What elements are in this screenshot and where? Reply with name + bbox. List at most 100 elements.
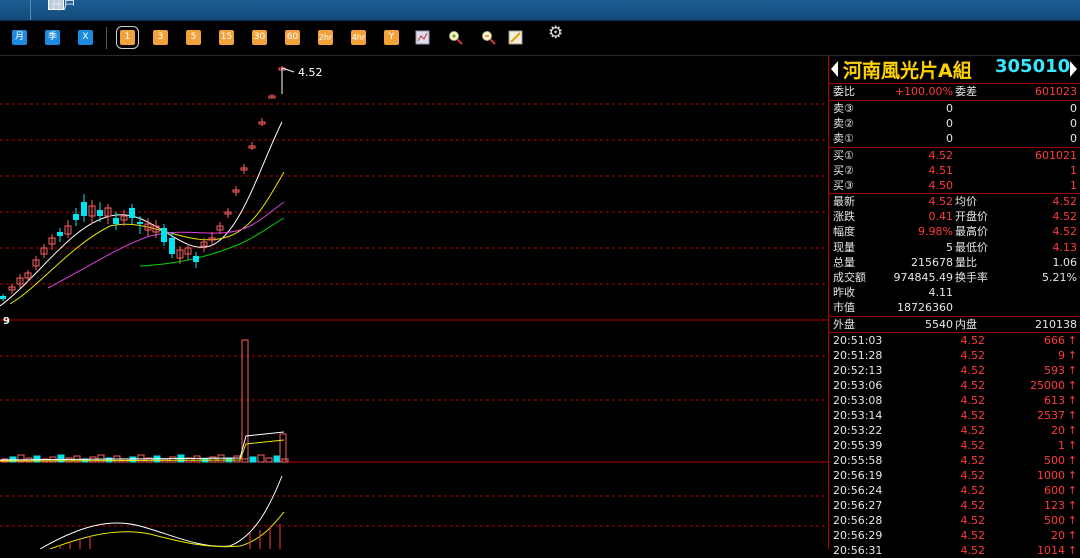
bid-label: 买③ [833, 179, 854, 192]
tick-arrow-icon: ↑ [1067, 469, 1077, 482]
stat-value: 4.52 [1052, 225, 1078, 239]
quote-header: 河南風光片A組 305010 [829, 56, 1080, 82]
prev-stock-arrow-icon[interactable] [831, 61, 838, 77]
period-month-button[interactable]: 月 [12, 30, 27, 45]
tick-price: 4.52 [960, 439, 986, 452]
volume-bar [249, 456, 257, 463]
zoom-out-icon[interactable] [481, 30, 496, 45]
tick-time: 20:53:14 [833, 409, 883, 422]
kline-chart[interactable]: 4.52 9 [0, 56, 828, 550]
tick-time: 20:56:31 [833, 544, 883, 557]
tick-time: 20:56:27 [833, 499, 883, 512]
bid-price: 4.52 [928, 149, 954, 162]
tick-row: 20:55:39 4.52 1 ↑ [829, 438, 1080, 453]
tick-volume: 500 [1044, 514, 1065, 527]
tick-time: 20:55:39 [833, 439, 883, 452]
stat-label: 最新 [833, 195, 855, 208]
weibi-value: +100.00% [894, 85, 953, 98]
stat-row: 幅度 9.98% 最高价 4.52 [829, 224, 1080, 239]
stat-label: 成交额 [833, 271, 866, 284]
zoom-in-icon[interactable] [448, 30, 463, 45]
tick-arrow-icon: ↑ [1067, 514, 1077, 527]
weibi-row: 委比 +100.00% 委差 601023 [829, 84, 1080, 99]
interval-1-button[interactable]: 1 [116, 26, 139, 49]
bid-row: 买① 4.52 601021 [829, 148, 1080, 163]
stat-label: 均价 [955, 195, 977, 208]
tick-row: 20:53:08 4.52 613 ↑ [829, 393, 1080, 408]
interval-5-button[interactable]: 5 [186, 30, 201, 45]
draw-icon[interactable] [508, 30, 523, 45]
tick-volume: 123 [1044, 499, 1065, 512]
period-quarter-button[interactable]: 季 [45, 30, 60, 45]
volume-bar [273, 455, 281, 463]
toolbar: 月 季 X 1 3 5 15 30 60 2hr 4hr Y ⚙ [0, 21, 1080, 56]
candle-body [193, 256, 199, 262]
tick-row: 20:55:58 4.52 500 ↑ [829, 453, 1080, 468]
interval-2hr-button[interactable]: 2hr [318, 30, 333, 45]
tick-time: 20:53:08 [833, 394, 883, 407]
stat-row: 市值 18726360 [829, 300, 1080, 315]
inner-value: 210138 [1035, 318, 1077, 331]
tick-volume: 1000 [1037, 469, 1065, 482]
stat-label: 开盘价 [955, 210, 988, 224]
volume-bar [257, 454, 265, 463]
stat-value: 18726360 [897, 301, 953, 315]
tick-time: 20:53:06 [833, 379, 883, 392]
tick-arrow-icon: ↑ [1067, 349, 1077, 362]
outer-value: 5540 [925, 318, 953, 331]
gear-icon[interactable]: ⚙ [548, 25, 563, 42]
stat-label: 最高价 [955, 225, 988, 239]
stat-label: 量比 [955, 255, 977, 269]
tick-volume: 1014 [1037, 544, 1065, 557]
chart-canvas [0, 66, 828, 550]
candle-body [73, 214, 79, 220]
candle-body [113, 218, 119, 224]
stat-label: 市值 [833, 301, 855, 315]
volume-bar [65, 457, 73, 463]
ask-price: 0 [946, 117, 953, 130]
outer-label: 外盘 [833, 318, 855, 331]
tick-row: 20:56:31 4.52 1014 ↑ [829, 543, 1080, 558]
next-stock-arrow-icon[interactable] [1070, 61, 1077, 77]
candle-body [0, 296, 6, 299]
interval-3-button[interactable]: 3 [153, 30, 168, 45]
interval-60-button[interactable]: 60 [285, 30, 300, 45]
candle-body [137, 222, 143, 224]
tick-volume: 2537 [1037, 409, 1065, 422]
tick-time: 20:51:28 [833, 349, 883, 362]
tick-arrow-icon: ↑ [1067, 499, 1077, 512]
bid-price: 4.51 [928, 164, 954, 177]
interval-15-button[interactable]: 15 [219, 30, 234, 45]
volume-bar [233, 455, 241, 463]
inner-label: 内盘 [955, 318, 977, 331]
tick-volume: 613 [1044, 394, 1065, 407]
ask-row: 卖② 0 0 [829, 116, 1080, 131]
tick-volume: 500 [1044, 454, 1065, 467]
tick-price: 4.52 [960, 424, 986, 437]
panel-corner-label: 9 [3, 316, 10, 327]
tick-time: 20:56:24 [833, 484, 883, 497]
interval-30-button[interactable]: 30 [252, 30, 267, 45]
stock-name: 河南風光片A組 [843, 60, 972, 82]
period-x-button[interactable]: X [78, 30, 93, 45]
chart-icon[interactable] [415, 30, 430, 45]
tick-arrow-icon: ↑ [1067, 454, 1077, 467]
stat-label: 涨跌 [833, 210, 855, 224]
indicator-dea-line [49, 511, 285, 550]
stat-row: 昨收 4.11 [829, 285, 1080, 300]
stat-value: 5.21% [1042, 271, 1077, 284]
tick-time: 20:56:29 [833, 529, 883, 542]
ask-price: 0 [946, 132, 953, 145]
bid-price: 4.50 [928, 179, 954, 192]
moving-averages [0, 121, 285, 307]
tick-price: 4.52 [960, 484, 986, 497]
tick-volume: 666 [1044, 334, 1065, 347]
bid-label: 买① [833, 149, 854, 162]
interval-4hr-button[interactable]: 4hr [351, 30, 366, 45]
tick-price: 4.52 [960, 364, 986, 377]
tick-arrow-icon: ↑ [1067, 334, 1077, 347]
stat-row: 总量 215678 量比 1.06 [829, 255, 1080, 270]
stock-code: 305010 [995, 56, 1071, 77]
interval-year-button[interactable]: Y [384, 30, 399, 45]
ask-volume: 0 [1070, 132, 1077, 145]
